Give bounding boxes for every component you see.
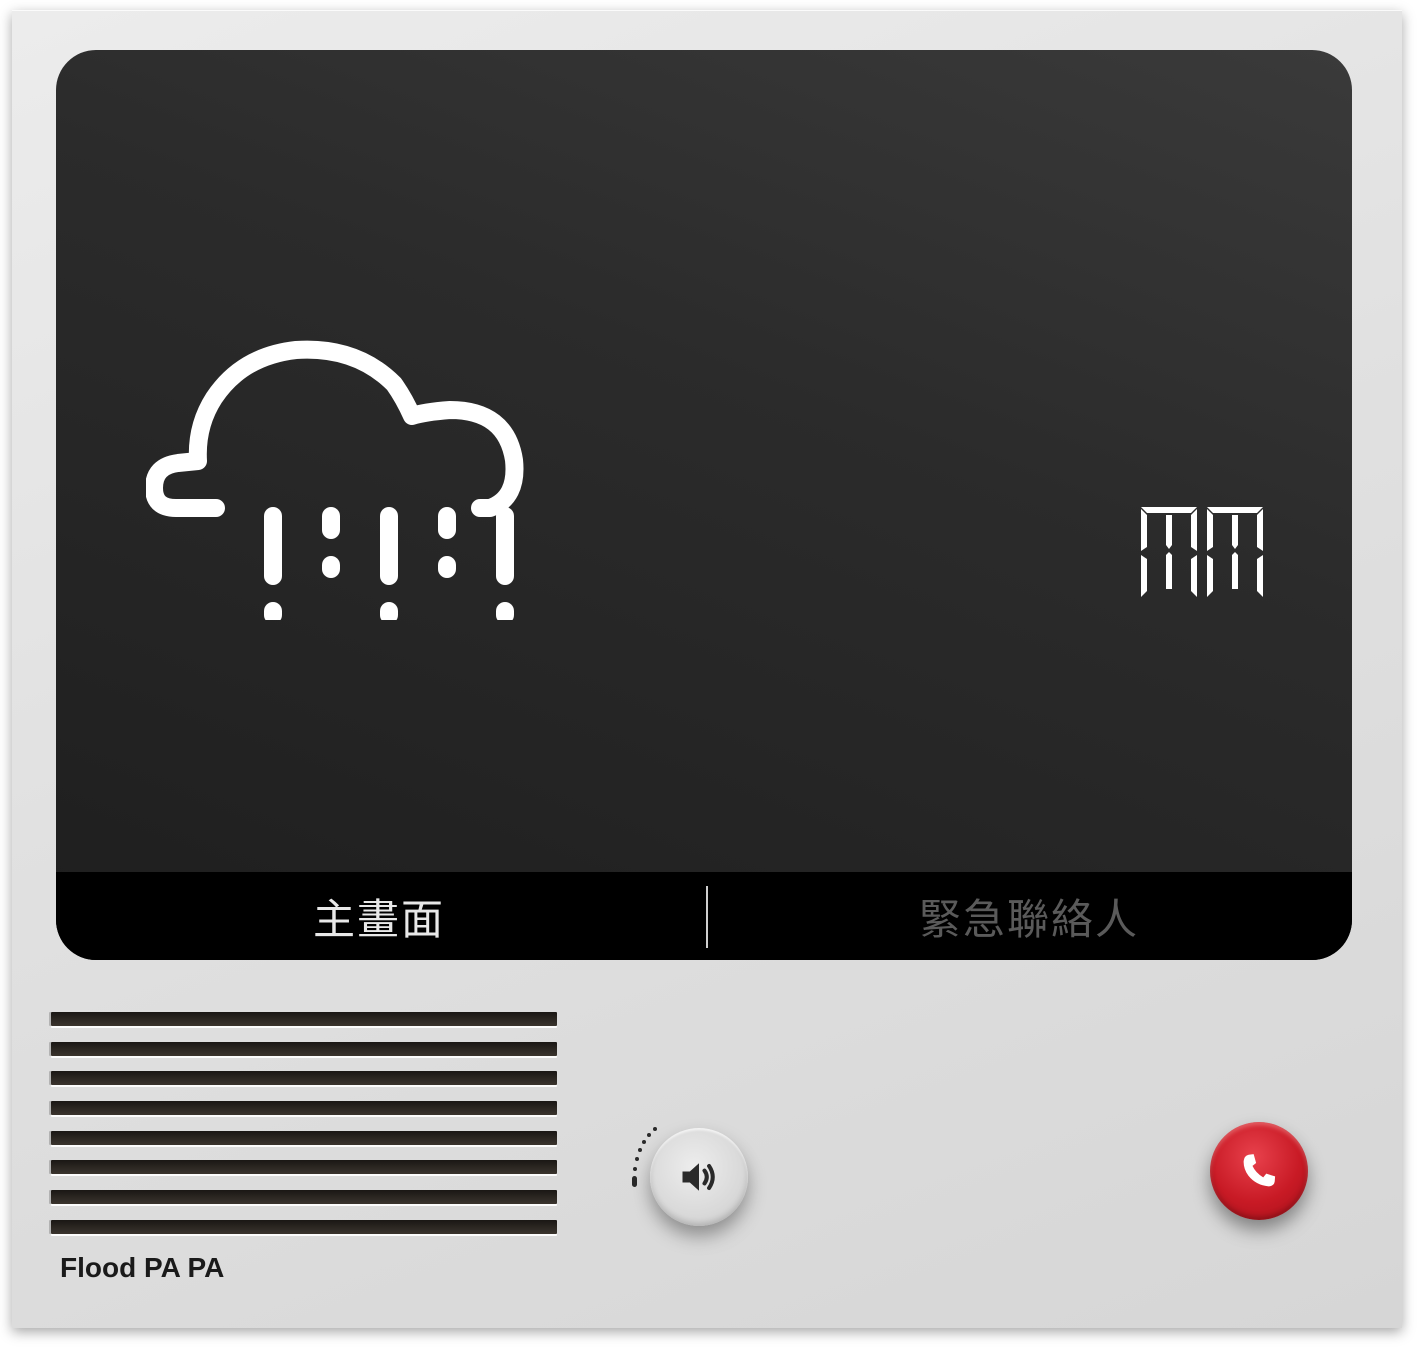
speaker-slot [51,1012,557,1026]
speaker-volume-icon [682,1163,715,1191]
tab-emergency-contacts-label: 緊急聯絡人 [918,894,1139,944]
brand-label: Flood PA PA [60,1252,225,1283]
speaker-slot [51,1160,557,1175]
speaker-slot [51,1071,557,1086]
speaker-slot [51,1130,557,1145]
volume-knob[interactable] [650,1128,748,1226]
emergency-call-button[interactable] [1210,1122,1308,1220]
phone-icon [1243,1154,1276,1187]
tab-emergency-contacts[interactable]: 緊急聯絡人 [706,872,1352,960]
device-panel: MM 主畫面 緊急聯絡人 Flood PA PA [12,10,1402,1328]
unit-segment-display: MM [1141,507,1263,597]
tab-bar: 主畫面 緊急聯絡人 [56,872,1352,960]
speaker-slot [51,1041,557,1056]
rain-cloud-icon [146,340,524,620]
tab-home-label: 主畫面 [312,894,445,944]
tab-home[interactable]: 主畫面 [56,872,706,960]
speaker-grille [51,1012,557,1250]
speaker-slot [51,1219,557,1234]
speaker-slot [51,1190,557,1205]
display-screen: MM 主畫面 緊急聯絡人 [56,50,1352,960]
speaker-slot [51,1101,557,1116]
